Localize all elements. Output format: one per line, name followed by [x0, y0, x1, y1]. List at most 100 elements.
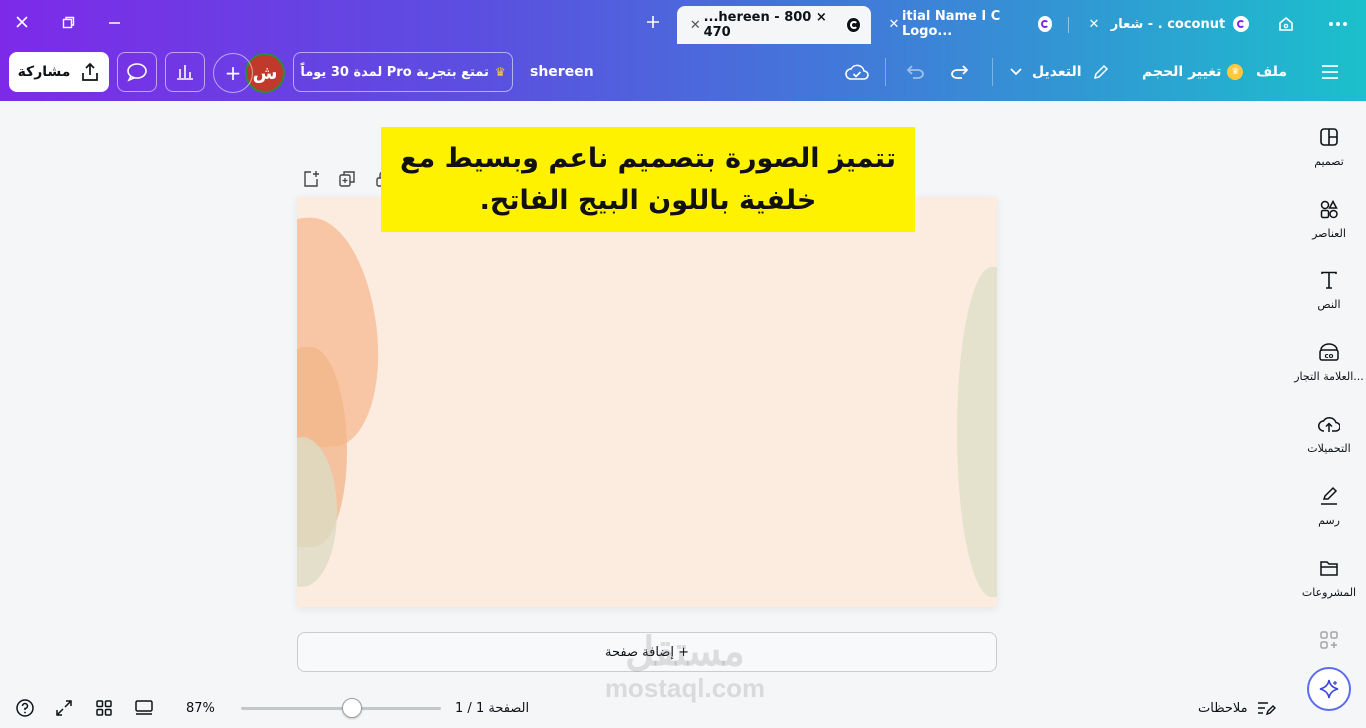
tab-current-design[interactable]: ✕ ...hereen - 800 × 470 — [677, 6, 871, 44]
toolbar-divider — [992, 58, 993, 86]
tab-title: coconut . - شعار — [1110, 16, 1226, 32]
pro-trial-label: تمتع بتجربة Pro لمدة 30 يوماً — [300, 64, 489, 80]
pencil-icon — [1093, 64, 1108, 80]
zoom-percent-text: 87% — [186, 700, 215, 716]
toolbar-divider — [885, 58, 886, 86]
insights-button[interactable] — [165, 52, 205, 92]
text-icon — [1317, 268, 1341, 292]
tab-logo[interactable]: ✕ itial Name I C Logo... — [880, 6, 1058, 42]
home-button[interactable] — [1274, 12, 1298, 36]
invite-people-button[interactable]: + — [213, 53, 253, 93]
mostaql-watermark: مستقل mostaql.com — [600, 630, 770, 702]
file-menu-label: ملف — [1256, 64, 1288, 80]
tab-close-button[interactable]: ✕ — [886, 15, 902, 33]
pen-icon — [1317, 484, 1341, 508]
crown-icon: ♛ — [494, 65, 506, 79]
design-title[interactable]: shereen — [530, 62, 594, 82]
watercolor-shape — [957, 267, 997, 597]
sidebar-item-draw[interactable]: رسم — [1292, 484, 1366, 527]
svg-text:co: co — [1325, 352, 1334, 360]
design-canvas[interactable] — [297, 197, 997, 607]
pro-trial-button[interactable]: تمتع بتجربة Pro لمدة 30 يوماً ♛ — [293, 52, 513, 92]
sidebar-item-label: التحميلات — [1307, 442, 1351, 455]
minimize-window-button[interactable] — [100, 8, 128, 36]
close-window-button[interactable] — [8, 8, 36, 36]
resize-button[interactable]: تغيير الحجم ♛ — [1142, 62, 1244, 82]
restore-window-button[interactable] — [54, 8, 82, 36]
tab-coconut[interactable]: ✕ coconut . - شعار — [1079, 6, 1255, 42]
zoom-slider-handle[interactable] — [341, 698, 362, 718]
sidebar-item-design[interactable]: تصميم — [1292, 125, 1366, 168]
tab-close-button[interactable]: ✕ — [1085, 15, 1103, 33]
share-button[interactable]: مشاركة — [9, 52, 109, 92]
avatar-letter: ش — [252, 62, 278, 84]
page-view-button[interactable] — [133, 694, 155, 722]
tab-divider — [1068, 17, 1069, 33]
main-menu-button[interactable] — [1318, 60, 1342, 84]
crown-icon: ♛ — [1227, 64, 1244, 80]
undo-button[interactable] — [903, 60, 927, 84]
shapes-icon — [1317, 197, 1341, 221]
design-title-text: shereen — [530, 64, 594, 80]
share-label: مشاركة — [17, 64, 71, 80]
tab-title: itial Name I C Logo... — [901, 9, 1001, 39]
resize-label: تغيير الحجم — [1142, 64, 1222, 80]
edit-mode-label: التعديل — [1032, 64, 1082, 80]
minimize-icon — [108, 21, 120, 24]
sidebar-item-label: النص — [1317, 298, 1341, 311]
save-status-button[interactable] — [844, 60, 870, 84]
add-page-above-button[interactable] — [300, 168, 322, 190]
caption-text: تتميز الصورة بتصميم ناعم وبسيط مع خلفية … — [400, 142, 896, 216]
watermark-latin: mostaql.com — [604, 673, 766, 703]
sidebar-item-apps[interactable] — [1292, 628, 1366, 652]
canva-favicon-icon — [1233, 16, 1249, 32]
fullscreen-button[interactable] — [53, 694, 75, 722]
folder-icon — [1317, 556, 1341, 580]
sidebar-item-projects[interactable]: المشروعات — [1292, 556, 1366, 599]
page-view-icon — [135, 700, 153, 715]
chevron-down-icon — [1010, 68, 1022, 76]
comment-icon — [127, 63, 147, 82]
sidebar-item-label: العناصر — [1312, 227, 1346, 240]
edit-mode-button[interactable]: التعديل — [1010, 62, 1110, 82]
add-icon: + — [224, 61, 242, 85]
sparkle-icon — [1319, 679, 1339, 699]
grid-icon — [96, 700, 112, 716]
cloud-check-icon — [845, 64, 869, 80]
page-toolbar — [300, 168, 394, 190]
tab-close-button[interactable]: ✕ — [687, 16, 704, 34]
sidebar-item-elements[interactable]: العناصر — [1292, 197, 1366, 240]
more-options-button[interactable] — [1326, 12, 1350, 36]
new-tab-button[interactable] — [640, 9, 666, 35]
help-button[interactable] — [14, 694, 36, 722]
sidebar-item-label: تصميم — [1314, 155, 1344, 168]
sidebar-item-text[interactable]: النص — [1292, 268, 1366, 311]
restore-icon — [62, 16, 74, 28]
add-page-icon — [304, 171, 319, 187]
expand-icon — [56, 700, 72, 716]
duplicate-page-button[interactable] — [336, 168, 358, 190]
home-icon — [1279, 16, 1293, 31]
apps-grid-icon — [1317, 628, 1341, 652]
help-icon — [16, 699, 34, 717]
canva-favicon-icon — [1037, 16, 1053, 32]
sidebar-item-label: رسم — [1318, 514, 1340, 527]
page-indicator-text: الصفحة 1 / 1 — [455, 700, 530, 716]
magic-assistant-button[interactable] — [1307, 667, 1351, 711]
sidebar-item-brand[interactable]: co العلامة التجار... — [1292, 340, 1366, 383]
comments-button[interactable] — [117, 52, 157, 92]
caption-callout: تتميز الصورة بتصميم ناعم وبسيط مع خلفية … — [381, 127, 915, 232]
plus-icon — [647, 16, 659, 28]
brand-icon: co — [1317, 340, 1341, 364]
sidebar-item-label: العلامة التجار... — [1294, 370, 1364, 383]
upload-share-icon — [82, 62, 99, 81]
upload-cloud-icon — [1317, 412, 1341, 436]
grid-view-button[interactable] — [93, 694, 115, 722]
notes-button[interactable]: ملاحظات — [1198, 694, 1276, 722]
layout-icon — [1317, 125, 1341, 149]
sidebar-item-uploads[interactable]: التحميلات — [1292, 412, 1366, 455]
zoom-level[interactable]: 87% — [186, 694, 215, 722]
redo-button[interactable] — [948, 60, 972, 84]
file-menu-button[interactable]: ملف — [1256, 62, 1287, 82]
page-indicator[interactable]: الصفحة 1 / 1 — [455, 694, 529, 722]
